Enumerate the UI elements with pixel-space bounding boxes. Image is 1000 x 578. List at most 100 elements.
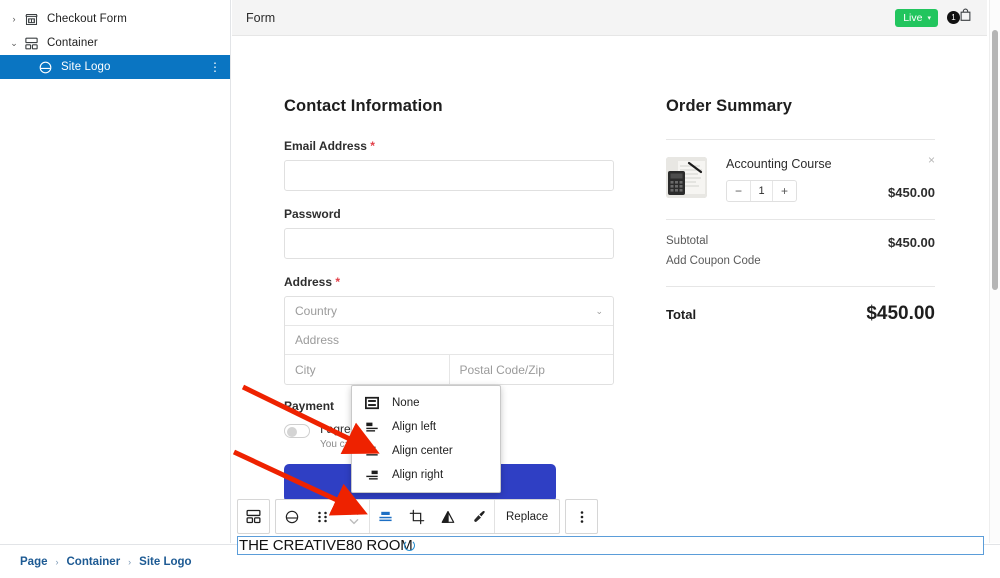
chevron-down-icon[interactable]: ⌄ <box>6 35 22 51</box>
quantity-value[interactable]: 1 <box>750 181 773 201</box>
more-vertical-icon[interactable] <box>566 500 597 533</box>
country-placeholder: Country <box>295 304 337 318</box>
address-label: Address * <box>284 275 614 289</box>
editor-topbar: Form Live ▾ 1 <box>232 0 987 36</box>
shopping-bag-icon <box>958 7 973 28</box>
site-logo-text-field[interactable]: THE CREATIVE80 ROOM <box>237 536 984 555</box>
vertical-scrollbar-thumb[interactable] <box>992 30 998 290</box>
breadcrumb-item-page[interactable]: Page <box>20 556 48 568</box>
align-right-icon <box>364 467 380 483</box>
crop-icon[interactable] <box>401 500 432 533</box>
align-center-icon[interactable] <box>370 500 401 533</box>
city-placeholder: City <box>295 363 316 377</box>
quantity-stepper: − 1 + <box>726 180 797 202</box>
toolbar-group-blocktype <box>237 499 270 534</box>
site-logo-icon <box>36 58 54 76</box>
email-label-text: Email Address <box>284 139 367 153</box>
agree-toggle[interactable] <box>284 424 310 438</box>
align-left-icon <box>364 419 380 435</box>
site-logo-text: THE CREATIVE80 ROOM <box>239 537 413 554</box>
vertical-scrollbar-track[interactable] <box>989 0 1000 543</box>
menu-item-none[interactable]: None <box>352 391 500 415</box>
total-label: Total <box>666 307 696 322</box>
filter-triangle-icon[interactable] <box>432 500 463 533</box>
menu-item-label: None <box>392 397 420 409</box>
toolbar-group-main: Replace <box>275 499 560 534</box>
site-logo-icon[interactable] <box>276 500 307 533</box>
add-coupon-code-link[interactable]: Add Coupon Code <box>666 250 935 267</box>
sidebar-item-site-logo[interactable]: Site Logo ⋮ <box>0 55 230 79</box>
address-input[interactable]: Address <box>285 326 613 354</box>
country-row[interactable]: Country ⌄ <box>285 297 613 326</box>
sidebar-item-container[interactable]: ⌄ Container <box>0 31 230 55</box>
email-field[interactable] <box>284 160 614 191</box>
address-label-text: Address <box>284 275 332 289</box>
breadcrumb-item-site-logo[interactable]: Site Logo <box>139 556 191 568</box>
address-row[interactable]: Address <box>285 326 613 355</box>
drag-handle-icon[interactable] <box>307 500 338 533</box>
sidebar-item-label: Container <box>47 37 98 49</box>
password-field[interactable] <box>284 228 614 259</box>
move-updown-icon[interactable] <box>338 500 369 533</box>
country-select[interactable]: Country ⌄ <box>285 297 613 325</box>
sidebar-item-checkout-form[interactable]: › Checkout Form <box>0 7 230 31</box>
order-line-item: Accounting Course − 1 + $450.00 × <box>666 140 935 219</box>
menu-item-align-left[interactable]: Align left <box>352 415 500 439</box>
order-summary-section: Order Summary <box>614 97 935 502</box>
contact-heading: Contact Information <box>284 97 614 116</box>
address-group: Country ⌄ Address City <box>284 296 614 385</box>
breadcrumb-item-container[interactable]: Container <box>67 556 121 568</box>
menu-item-align-right[interactable]: Align right <box>352 463 500 487</box>
product-thumbnail <box>666 157 707 198</box>
chevron-down-icon: ▾ <box>927 14 931 22</box>
password-label: Password <box>284 207 614 221</box>
required-marker: * <box>370 139 375 153</box>
subtotal-row: Subtotal $450.00 <box>666 220 935 250</box>
subtotal-value: $450.00 <box>888 235 935 250</box>
cart-button[interactable]: 1 <box>947 7 973 28</box>
quantity-decrement-button[interactable]: − <box>727 181 750 201</box>
required-marker: * <box>335 275 340 289</box>
total-row: Total $450.00 <box>666 287 935 325</box>
page-canvas: Contact Information Email Address * Pass… <box>232 37 987 532</box>
remove-item-icon[interactable]: × <box>928 153 935 167</box>
replace-button[interactable]: Replace <box>495 500 559 533</box>
container-icon <box>22 34 40 52</box>
store-icon <box>22 10 40 28</box>
chevron-right-icon[interactable]: › <box>6 11 22 27</box>
email-label: Email Address * <box>284 139 614 153</box>
menu-item-label: Align right <box>392 469 443 481</box>
postal-input[interactable]: Postal Code/Zip <box>450 355 614 384</box>
city-input[interactable]: City <box>285 355 450 384</box>
cart-count-badge: 1 <box>947 11 960 24</box>
more-vertical-icon[interactable]: ⋮ <box>209 61 221 73</box>
align-none-icon <box>364 395 380 411</box>
postal-placeholder: Postal Code/Zip <box>460 363 545 377</box>
order-summary-heading: Order Summary <box>666 97 935 116</box>
order-item-price: $450.00 <box>888 185 935 202</box>
brush-icon[interactable] <box>463 500 494 533</box>
total-value: $450.00 <box>866 303 935 325</box>
order-item-details: Accounting Course − 1 + <box>726 157 888 202</box>
container-blocks-icon[interactable] <box>238 500 269 533</box>
breadcrumb-separator: › <box>56 557 59 567</box>
topbar-actions: Live ▾ 1 <box>895 7 973 28</box>
align-center-icon <box>364 443 380 459</box>
subtotal-label: Subtotal <box>666 235 708 250</box>
order-item-name: Accounting Course <box>726 157 888 171</box>
sidebar-item-label: Checkout Form <box>47 13 127 25</box>
loading-spinner <box>404 540 415 551</box>
toolbar-group-more <box>565 499 598 534</box>
address-placeholder: Address <box>295 333 339 347</box>
layers-sidebar: › Checkout Form ⌄ Container <box>0 0 231 543</box>
menu-item-label: Align center <box>392 445 453 457</box>
block-toolbar: Replace <box>237 499 598 534</box>
align-dropdown-menu: None Align left Align center <box>351 385 501 493</box>
menu-item-align-center[interactable]: Align center <box>352 439 500 463</box>
quantity-increment-button[interactable]: + <box>773 181 796 201</box>
live-status-button[interactable]: Live ▾ <box>895 9 938 27</box>
city-postal-row: City Postal Code/Zip <box>285 355 613 384</box>
menu-item-label: Align left <box>392 421 436 433</box>
app-root: › Checkout Form ⌄ Container <box>0 0 1000 578</box>
chevron-down-icon: ⌄ <box>595 306 603 317</box>
